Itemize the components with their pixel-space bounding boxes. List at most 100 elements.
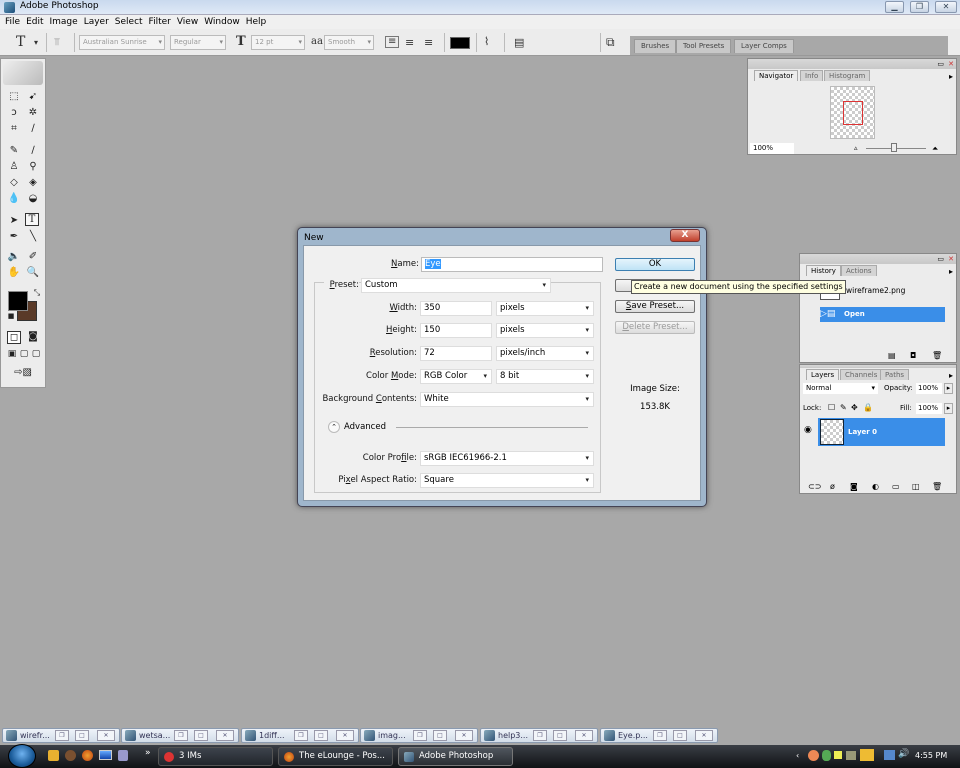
start-button[interactable] (8, 744, 36, 768)
switch-windows-icon[interactable] (99, 750, 112, 760)
blend-mode-select[interactable]: Normal ▾ (803, 383, 878, 394)
zoom-level-field[interactable]: 100% (750, 143, 794, 154)
taskbar-button-photoshop[interactable]: Adobe Photoshop (398, 747, 513, 766)
clone-stamp-tool-icon[interactable]: ♙ (7, 161, 21, 172)
line-tool-icon[interactable]: ╲ (26, 231, 40, 242)
taskbar-button-ims[interactable]: 3 IMs (158, 747, 273, 766)
more-quicklaunch-icon[interactable]: » (145, 748, 151, 758)
minimized-document[interactable]: wetsa... ❐ □ ✕ (121, 728, 239, 743)
close-icon[interactable]: ✕ (695, 730, 713, 741)
clock[interactable]: 4:55 PM (915, 751, 947, 760)
close-icon[interactable]: ✕ (575, 730, 593, 741)
tab-info[interactable]: Info (800, 70, 824, 81)
character-palette-icon[interactable]: ▤ (514, 36, 524, 50)
jump-to-imageready-icon[interactable]: ⇨▧ (9, 367, 37, 378)
tab-layers[interactable]: Layers (806, 369, 840, 380)
close-icon[interactable]: ✕ (336, 730, 354, 741)
go-to-bridge-icon[interactable]: ⧉ (606, 35, 615, 49)
lock-transparent-icon[interactable]: ☐ (828, 403, 835, 412)
pixel-aspect-ratio-select[interactable]: Square ▾ (420, 473, 594, 488)
tab-brushes[interactable]: Brushes (634, 39, 677, 53)
type-tool-icon[interactable]: T (25, 213, 39, 226)
healing-brush-tool-icon[interactable]: ✎ (7, 145, 21, 156)
minimized-document[interactable]: imag... ❐ □ ✕ (360, 728, 478, 743)
restore-icon[interactable]: ❐ (294, 730, 308, 741)
layer-mask-icon[interactable]: ◙ (850, 482, 858, 491)
align-right-icon[interactable]: ≡ (424, 36, 433, 50)
resolution-input[interactable]: 72 (420, 346, 492, 361)
bit-depth-select[interactable]: 8 bit ▾ (496, 369, 594, 384)
restore-icon[interactable]: ❐ (55, 730, 69, 741)
delete-layer-icon[interactable]: 🗑 (932, 482, 942, 491)
maximize-icon[interactable]: □ (75, 730, 89, 741)
new-document-from-state-icon[interactable]: ▤ (888, 351, 896, 360)
lock-position-icon[interactable]: ✥ (851, 403, 858, 412)
swap-colors-icon[interactable]: ⤡ (30, 288, 44, 298)
layer-thumbnail[interactable] (820, 419, 844, 445)
new-layer-icon[interactable]: ◫ (912, 482, 920, 491)
show-hidden-icons-icon[interactable]: ‹ (796, 751, 799, 760)
volume-icon[interactable]: 🔊 (898, 749, 909, 759)
hand-tool-icon[interactable]: ✋ (7, 267, 21, 278)
ok-button[interactable]: OK (615, 258, 695, 271)
notes-tray-icon[interactable] (834, 751, 842, 759)
restore-icon[interactable]: ❐ (653, 730, 667, 741)
history-state[interactable]: Open (820, 307, 945, 322)
quicklaunch-app-icon[interactable] (65, 750, 76, 761)
maximize-icon[interactable]: □ (673, 730, 687, 741)
history-brush-tool-icon[interactable]: ⚲ (26, 161, 40, 172)
eyedropper-tool-icon[interactable]: ✐ (26, 251, 40, 262)
close-window-button[interactable]: ✕ (935, 1, 957, 13)
resolution-unit-select[interactable]: pixels/inch ▾ (496, 346, 594, 361)
minimized-document[interactable]: 1diff... ❐ □ ✕ (241, 728, 359, 743)
new-snapshot-icon[interactable]: ◘ (910, 351, 916, 360)
advanced-toggle-button[interactable]: ⌃ (328, 421, 340, 433)
dodge-tool-icon[interactable]: ◒ (26, 193, 40, 204)
messenger-tray-icon[interactable] (822, 750, 831, 761)
fill-field[interactable]: 100% (916, 403, 942, 414)
tab-navigator[interactable]: Navigator (754, 70, 799, 81)
marquee-tool-icon[interactable]: ⬚ (7, 91, 21, 102)
minimize-button[interactable]: ▁ (885, 1, 904, 13)
tab-layer-comps[interactable]: Layer Comps (734, 39, 794, 53)
name-input[interactable]: Eye (421, 257, 603, 272)
slice-tool-icon[interactable]: ∕ (26, 123, 40, 134)
fill-slider-button[interactable]: ▸ (944, 403, 953, 414)
quick-mask-mode-icon[interactable]: ◙ (26, 331, 40, 342)
zoom-slider-handle[interactable] (891, 143, 897, 152)
color-mode-select[interactable]: RGB Color ▾ (420, 369, 492, 384)
eraser-tool-icon[interactable]: ◇ (7, 177, 21, 188)
opacity-field[interactable]: 100% (916, 383, 942, 394)
link-layers-icon[interactable]: ⊂⊃ (808, 482, 821, 491)
lock-all-icon[interactable]: 🔒 (863, 403, 873, 412)
brush-tool-icon[interactable]: ∕ (26, 145, 40, 156)
layer-visibility-eye-icon[interactable]: ◉ (804, 425, 812, 435)
menu-help[interactable]: Help (243, 15, 270, 29)
close-icon[interactable]: ✕ (97, 730, 115, 741)
width-unit-select[interactable]: pixels ▾ (496, 301, 594, 316)
lock-image-icon[interactable]: ✎ (840, 403, 847, 412)
close-panel-icon[interactable]: ✕ (948, 255, 954, 263)
close-icon[interactable]: ✕ (216, 730, 234, 741)
minimized-document[interactable]: help3... ❐ □ ✕ (480, 728, 598, 743)
network-tray-icon[interactable] (846, 751, 856, 760)
tab-histogram[interactable]: Histogram (824, 70, 871, 81)
firefox-quicklaunch-icon[interactable] (82, 750, 93, 761)
pen-tool-icon[interactable]: ✒ (7, 231, 21, 242)
restore-icon[interactable]: ❐ (533, 730, 547, 741)
feather-logo-icon[interactable] (3, 61, 43, 85)
panel-menu-icon[interactable]: ▸ (949, 267, 953, 276)
panel-menu-icon[interactable]: ▸ (949, 371, 953, 380)
maximize-icon[interactable]: □ (433, 730, 447, 741)
align-left-icon[interactable]: ≡ (385, 36, 400, 48)
navigator-thumbnail[interactable] (830, 86, 875, 139)
maximize-icon[interactable]: □ (553, 730, 567, 741)
paint-bucket-tool-icon[interactable]: ◈ (26, 177, 40, 188)
toggle-text-orientation-icon[interactable]: ⫪ (54, 36, 60, 50)
height-unit-select[interactable]: pixels ▾ (496, 323, 594, 338)
menu-window[interactable]: Window (201, 15, 243, 29)
restore-icon[interactable]: ❐ (413, 730, 427, 741)
save-preset-button[interactable]: Save Preset... (615, 300, 695, 313)
full-screen-mode-icon[interactable]: ▢ (29, 349, 43, 359)
minimized-document[interactable]: Eye.p... ❐ □ ✕ (600, 728, 718, 743)
